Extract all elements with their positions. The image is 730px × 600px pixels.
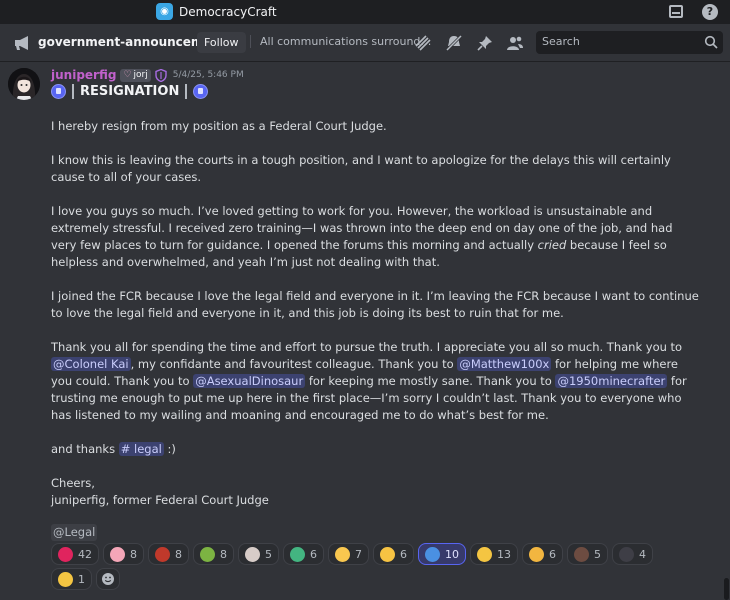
message-paragraph: I joined the FCR because I love the lega… <box>51 289 699 320</box>
message-paragraph: I love you guys so much. I’ve loved gett… <box>51 204 673 269</box>
announcement-channel-icon <box>15 36 28 50</box>
red-heart-icon <box>58 546 73 562</box>
add-reaction-icon <box>102 573 114 585</box>
heading-divider <box>185 84 188 99</box>
notification-muted-icon[interactable] <box>445 34 463 52</box>
reaction-count: 8 <box>130 547 137 561</box>
reaction-count: 8 <box>220 547 227 561</box>
wizard-cat-icon <box>574 546 589 562</box>
inbox-icon[interactable] <box>669 5 683 18</box>
author-name[interactable]: juniperfig <box>51 68 116 82</box>
role-badge-icon[interactable] <box>155 68 167 82</box>
channel-mention[interactable]: # legal <box>118 442 164 456</box>
emphasis-text: cried <box>537 238 567 252</box>
reactions-bar: 42 8 8 8 5 6 7 6 10 13 6 5 4 1 <box>51 543 691 590</box>
discord-app-icon: ◉ <box>156 3 173 20</box>
message-paragraph: I know this is leaving the courts in a t… <box>51 153 671 184</box>
reaction-count: 6 <box>549 547 556 561</box>
app-title: ◉ DemocracyCraft <box>156 3 277 20</box>
search-icon <box>704 35 718 49</box>
reaction-count: 1 <box>78 572 85 586</box>
help-icon[interactable]: ? <box>702 4 718 20</box>
scrollbar-thumb[interactable] <box>724 578 729 600</box>
heading-divider <box>72 84 74 99</box>
reaction-button[interactable]: 8 <box>193 543 234 565</box>
user-mention[interactable]: @Matthew100x <box>457 357 552 371</box>
reaction-button[interactable]: 10 <box>418 543 466 565</box>
reaction-count: 7 <box>355 547 362 561</box>
pug-face-icon <box>245 546 260 562</box>
courthouse-emoji-icon <box>193 84 209 99</box>
pig-face-icon <box>110 546 125 562</box>
member-list-icon[interactable] <box>506 34 524 52</box>
channel-header: government-announcements Follow All comm… <box>0 24 730 62</box>
user-mention[interactable]: @Colonel Kai <box>51 357 131 371</box>
message-paragraph: I hereby resign from my position as a Fe… <box>51 119 387 133</box>
role-mention[interactable]: @Legal <box>51 524 98 541</box>
reaction-button[interactable]: 42 <box>51 543 99 565</box>
courthouse-emoji-icon <box>51 84 66 99</box>
reaction-count: 5 <box>265 547 272 561</box>
reaction-count: 42 <box>78 547 92 561</box>
reaction-button[interactable]: 6 <box>283 543 324 565</box>
message-paragraph: and thanks # legal :) <box>51 442 176 456</box>
signoff-line: juniperfig, former Federal Court Judge <box>51 493 269 507</box>
blue-hand-icon <box>425 546 440 562</box>
threads-icon[interactable] <box>414 34 432 52</box>
reaction-button[interactable]: 8 <box>148 543 189 565</box>
window-titlebar: ◉ DemocracyCraft ? <box>0 0 730 24</box>
message-timestamp: 5/4/25, 5:46 PM <box>172 70 244 80</box>
reaction-button[interactable]: 6 <box>522 543 563 565</box>
add-reaction-button[interactable] <box>96 568 120 590</box>
reaction-count: 13 <box>497 547 511 561</box>
server-tag-label: jorj <box>133 69 148 80</box>
holding-tears-face-icon <box>477 546 492 562</box>
reaction-button[interactable]: 7 <box>328 543 369 565</box>
reaction-count: 6 <box>310 547 317 561</box>
sad-face-icon <box>335 546 350 562</box>
user-mention[interactable]: @AsexualDinosaur <box>193 374 306 388</box>
search-placeholder: Search <box>542 35 580 48</box>
green-heart-icon <box>290 546 305 562</box>
search-input[interactable]: Search <box>536 31 723 54</box>
judge-figure-icon <box>200 546 215 562</box>
message-body: I hereby resign from my position as a Fe… <box>51 118 701 509</box>
channel-topic[interactable]: All communications surround… <box>250 35 431 48</box>
message-heading: RESIGNATION <box>51 84 209 99</box>
avatar-image <box>8 68 40 100</box>
angry-face-icon <box>58 571 73 587</box>
reaction-button[interactable]: 5 <box>567 543 608 565</box>
follow-button[interactable]: Follow <box>197 32 246 53</box>
reaction-button[interactable]: 4 <box>612 543 653 565</box>
reaction-count: 8 <box>175 547 182 561</box>
reaction-button[interactable]: 13 <box>470 543 518 565</box>
reaction-button[interactable]: 1 <box>51 568 92 590</box>
server-tag[interactable]: ♡ jorj <box>120 68 151 82</box>
reaction-count: 6 <box>400 547 407 561</box>
signoff-line: Cheers, <box>51 476 95 490</box>
reaction-count: 5 <box>594 547 601 561</box>
reaction-count: 4 <box>639 547 646 561</box>
avatar[interactable] <box>8 68 40 100</box>
reaction-button[interactable]: 5 <box>238 543 279 565</box>
reaction-count: 10 <box>445 547 459 561</box>
window-title: DemocracyCraft <box>179 4 277 19</box>
reaction-button[interactable]: 8 <box>103 543 144 565</box>
message-paragraph: Thank you all for spending the time and … <box>51 340 687 422</box>
pinch-hand-icon <box>380 546 395 562</box>
reaction-button[interactable]: 6 <box>373 543 414 565</box>
heart-hands-icon <box>529 546 544 562</box>
dark-figure-icon <box>619 546 634 562</box>
message-header: juniperfig ♡ jorj 5/4/25, 5:46 PM <box>51 68 244 82</box>
user-mention[interactable]: @1950minecrafter <box>555 374 668 388</box>
red-car-icon <box>155 546 170 562</box>
heart-icon: ♡ <box>123 69 132 80</box>
heading-text: RESIGNATION <box>80 84 180 99</box>
pinned-messages-icon[interactable] <box>476 34 494 52</box>
